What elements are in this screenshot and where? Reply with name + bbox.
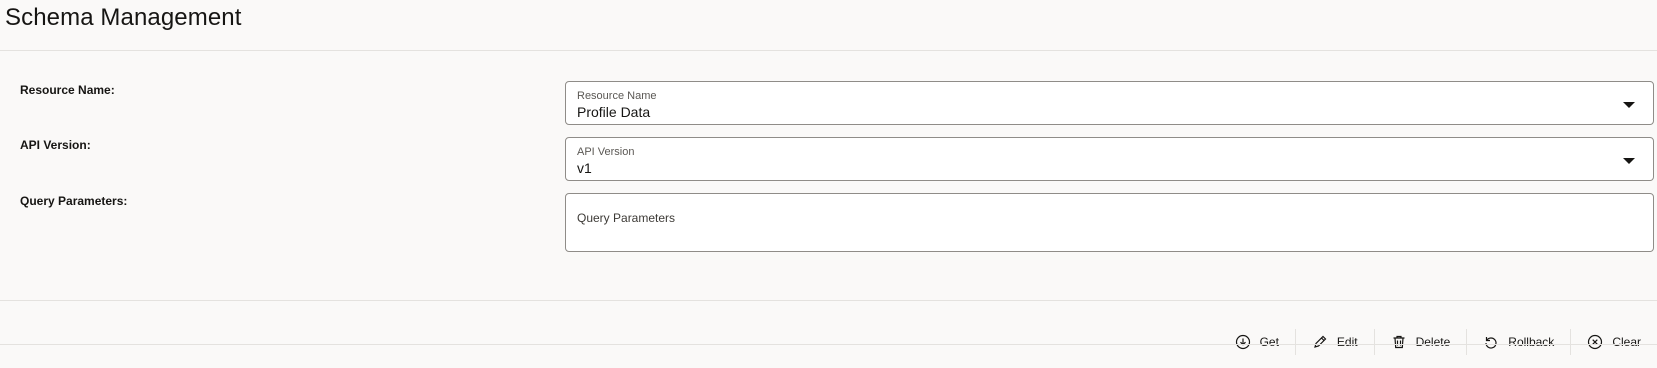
api-version-row-label: API Version:	[20, 138, 91, 152]
edit-button-label: Edit	[1336, 334, 1358, 349]
action-toolbar: Get Edit Delete Rollback Clear	[1219, 324, 1657, 359]
edit-button[interactable]: Edit	[1296, 328, 1374, 356]
close-circle-icon	[1588, 334, 1603, 349]
pencil-icon	[1314, 335, 1327, 348]
undo-icon	[1485, 336, 1497, 349]
api-version-field-label: API Version	[577, 146, 635, 158]
clear-button-label: Clear	[1612, 334, 1641, 349]
toolbar-bottom-divider	[0, 344, 1657, 345]
api-version-value: v1	[577, 160, 592, 176]
toolbar-top-divider	[0, 300, 1657, 301]
get-button-label: Get	[1259, 334, 1279, 349]
delete-button[interactable]: Delete	[1375, 328, 1467, 356]
rollback-button[interactable]: Rollback	[1467, 328, 1570, 356]
resource-name-select[interactable]: Resource Name Profile Data	[565, 81, 1654, 125]
get-button[interactable]: Get	[1219, 328, 1295, 356]
api-version-select[interactable]: API Version v1	[565, 137, 1654, 181]
download-circle-icon	[1235, 334, 1250, 349]
page-title: Schema Management	[5, 4, 242, 31]
trash-icon	[1393, 335, 1405, 348]
delete-button-label: Delete	[1415, 334, 1451, 349]
rollback-button-label: Rollback	[1508, 334, 1555, 349]
header-divider	[0, 50, 1657, 51]
resource-name-field-label: Resource Name	[577, 90, 657, 102]
query-parameters-input[interactable]: Query Parameters	[565, 193, 1654, 252]
resource-name-row-label: Resource Name:	[20, 83, 115, 97]
clear-button[interactable]: Clear	[1571, 328, 1657, 356]
chevron-down-icon[interactable]	[1623, 102, 1635, 108]
schema-management-page: Schema Management Resource Name: Resourc…	[0, 0, 1657, 368]
chevron-down-icon[interactable]	[1623, 158, 1635, 164]
query-parameters-row-label: Query Parameters:	[20, 194, 128, 208]
query-parameters-placeholder: Query Parameters	[577, 211, 676, 225]
resource-name-value: Profile Data	[577, 104, 651, 120]
